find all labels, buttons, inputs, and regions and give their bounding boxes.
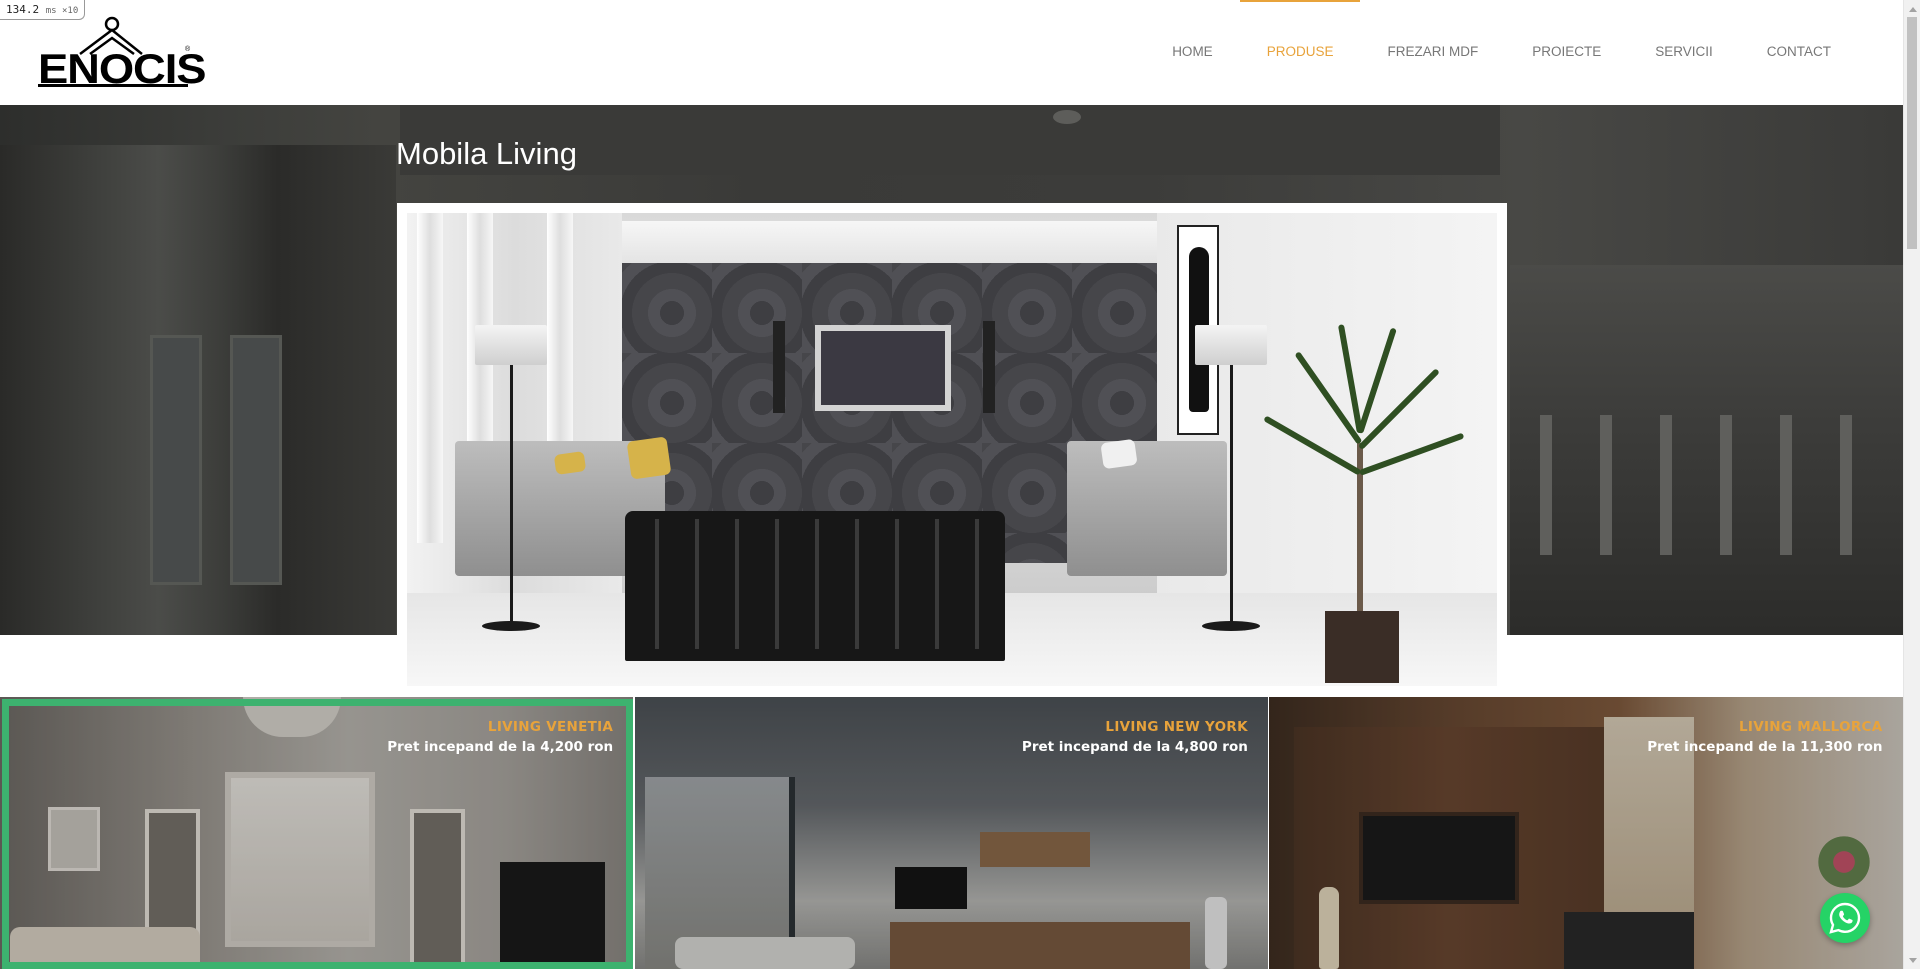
nav-item-servicii[interactable]: SERVICII — [1628, 1, 1740, 101]
product-card-title[interactable]: LIVING MALLORCA — [1739, 719, 1883, 735]
card-selection-highlight — [2, 699, 634, 969]
image-tv — [815, 325, 951, 411]
scrollbar-thumb[interactable] — [1907, 17, 1917, 249]
scroll-down-arrow-icon[interactable] — [1904, 952, 1920, 969]
image-speaker — [983, 321, 995, 413]
hero-rail — [1540, 415, 1552, 555]
performance-badge: 134.2 ms ×10 — [0, 0, 86, 20]
hero-background-stairs — [1510, 265, 1903, 635]
image-floor-lamp-base — [1202, 621, 1260, 631]
nav-item-produse[interactable]: PRODUSE — [1239, 0, 1361, 101]
product-card-mallorca[interactable]: LIVING MALLORCA Pret incepand de la 11,3… — [1269, 697, 1903, 969]
image-sofa-right — [1067, 441, 1227, 576]
performance-value: 134.2 — [6, 3, 40, 16]
image-plant-pot — [1325, 611, 1399, 683]
nav-item-contact[interactable]: CONTACT — [1740, 1, 1858, 101]
logo-underline — [38, 84, 188, 87]
site-logo[interactable]: ENOCIS ® — [38, 16, 207, 90]
image-floor-lamp-shade — [1195, 325, 1267, 365]
main-nav: HOME PRODUSE FREZARI MDF PROIECTE SERVIC… — [1145, 0, 1858, 105]
hero-ceiling-lamp — [1053, 110, 1081, 124]
whatsapp-icon — [1829, 902, 1861, 934]
hero-rail — [1840, 415, 1852, 555]
image-armchair-stripe — [935, 519, 939, 649]
image-pillow — [553, 451, 587, 475]
card-overlay — [634, 697, 1268, 969]
image-armchair-stripe — [655, 519, 659, 649]
page-title: Mobila Living — [396, 136, 577, 171]
image-armchair-stripe — [695, 519, 699, 649]
featured-image-frame — [397, 203, 1507, 690]
image-armchair — [625, 511, 1005, 661]
card-overlay — [1269, 697, 1903, 969]
whatsapp-button[interactable] — [1820, 893, 1870, 943]
hero-rail — [1780, 415, 1792, 555]
hero-window-pane — [230, 335, 282, 585]
image-pillow — [626, 436, 672, 480]
hero-background-window — [0, 145, 396, 635]
image-armchair-stripe — [815, 519, 819, 649]
nav-item-proiecte[interactable]: PROIECTE — [1505, 1, 1628, 101]
scroll-up-arrow-icon[interactable] — [1904, 0, 1920, 17]
page-scrollbar[interactable] — [1903, 0, 1920, 969]
nav-item-home[interactable]: HOME — [1145, 1, 1240, 101]
product-card-title[interactable]: LIVING NEW YORK — [1105, 719, 1247, 735]
product-cards: LIVING VENETIA Pret incepand de la 4,200… — [0, 697, 1903, 969]
image-ceiling-strip — [622, 221, 1157, 263]
product-card-price: Pret incepand de la 11,300 ron — [1647, 739, 1883, 755]
image-armchair-stripe — [895, 519, 899, 649]
nav-item-frezari-mdf[interactable]: FREZARI MDF — [1360, 1, 1505, 101]
site-header: ENOCIS ® HOME PRODUSE FREZARI MDF PROIEC… — [0, 0, 1903, 105]
product-card-venetia[interactable]: LIVING VENETIA Pret incepand de la 4,200… — [0, 697, 634, 969]
product-card-new-york[interactable]: LIVING NEW YORK Pret incepand de la 4,80… — [634, 697, 1268, 969]
image-curtain — [417, 213, 443, 543]
hero-rail — [1660, 415, 1672, 555]
image-armchair-stripe — [735, 519, 739, 649]
image-floor-lamp-base — [482, 621, 540, 631]
image-armchair-stripe — [855, 519, 859, 649]
image-floor-lamp-shade — [475, 325, 547, 365]
logo-registered-mark: ® — [185, 46, 191, 53]
image-speaker — [773, 321, 785, 413]
product-card-price: Pret incepand de la 4,800 ron — [1021, 739, 1248, 755]
hero-rail — [1600, 415, 1612, 555]
image-floor-lamp-pole — [1230, 365, 1233, 627]
image-armchair-stripe — [975, 519, 979, 649]
image-floor-lamp-pole — [510, 365, 513, 627]
performance-unit: ms ×10 — [45, 6, 79, 16]
featured-living-room-image — [407, 213, 1497, 686]
hero-window-pane — [150, 335, 202, 585]
image-armchair-stripe — [775, 519, 779, 649]
image-pillow — [1100, 438, 1138, 470]
hero-rail — [1720, 415, 1732, 555]
